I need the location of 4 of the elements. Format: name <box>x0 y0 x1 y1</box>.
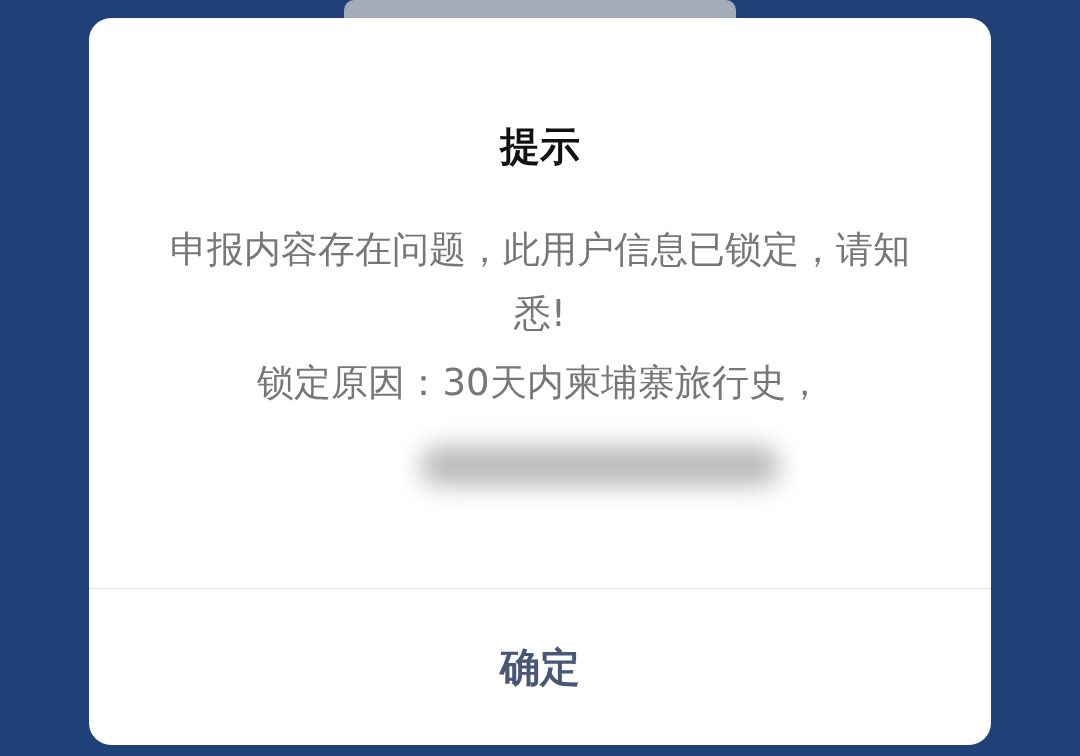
dialog-message: 申报内容存在问题，此用户信息已锁定，请知悉! <box>170 227 910 337</box>
confirm-button[interactable]: 确定 <box>89 589 991 745</box>
lock-reason: 锁定原因：30天内柬埔寨旅行史， <box>256 360 824 406</box>
dialog-title: 提示 <box>500 126 580 166</box>
